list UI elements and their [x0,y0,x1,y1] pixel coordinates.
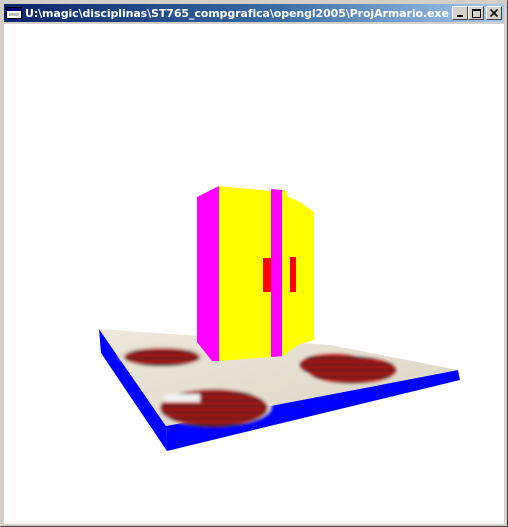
right-door-handle [290,257,296,292]
left-door-handle [263,258,271,292]
application-window-icon[interactable] [6,6,22,20]
title-bar[interactable]: U:\magic\disciplinas\ST765_compgrafica\o… [4,4,504,22]
crest-front-left [156,387,272,427]
minimize-button[interactable] [452,6,468,20]
rendered-scene [99,186,460,451]
crest-front-right [308,357,396,383]
window-title: U:\magic\disciplinas\ST765_compgrafica\o… [25,6,449,20]
cabinet [197,186,314,361]
window-controls [452,6,502,20]
maximize-button[interactable] [468,6,484,20]
opengl-viewport[interactable] [4,24,504,524]
close-button[interactable] [486,6,502,20]
maximize-icon [471,8,481,18]
minimize-icon [457,15,463,17]
close-icon [490,9,498,17]
application-window: U:\magic\disciplinas\ST765_compgrafica\o… [0,0,508,527]
crest-back-left [118,345,206,367]
